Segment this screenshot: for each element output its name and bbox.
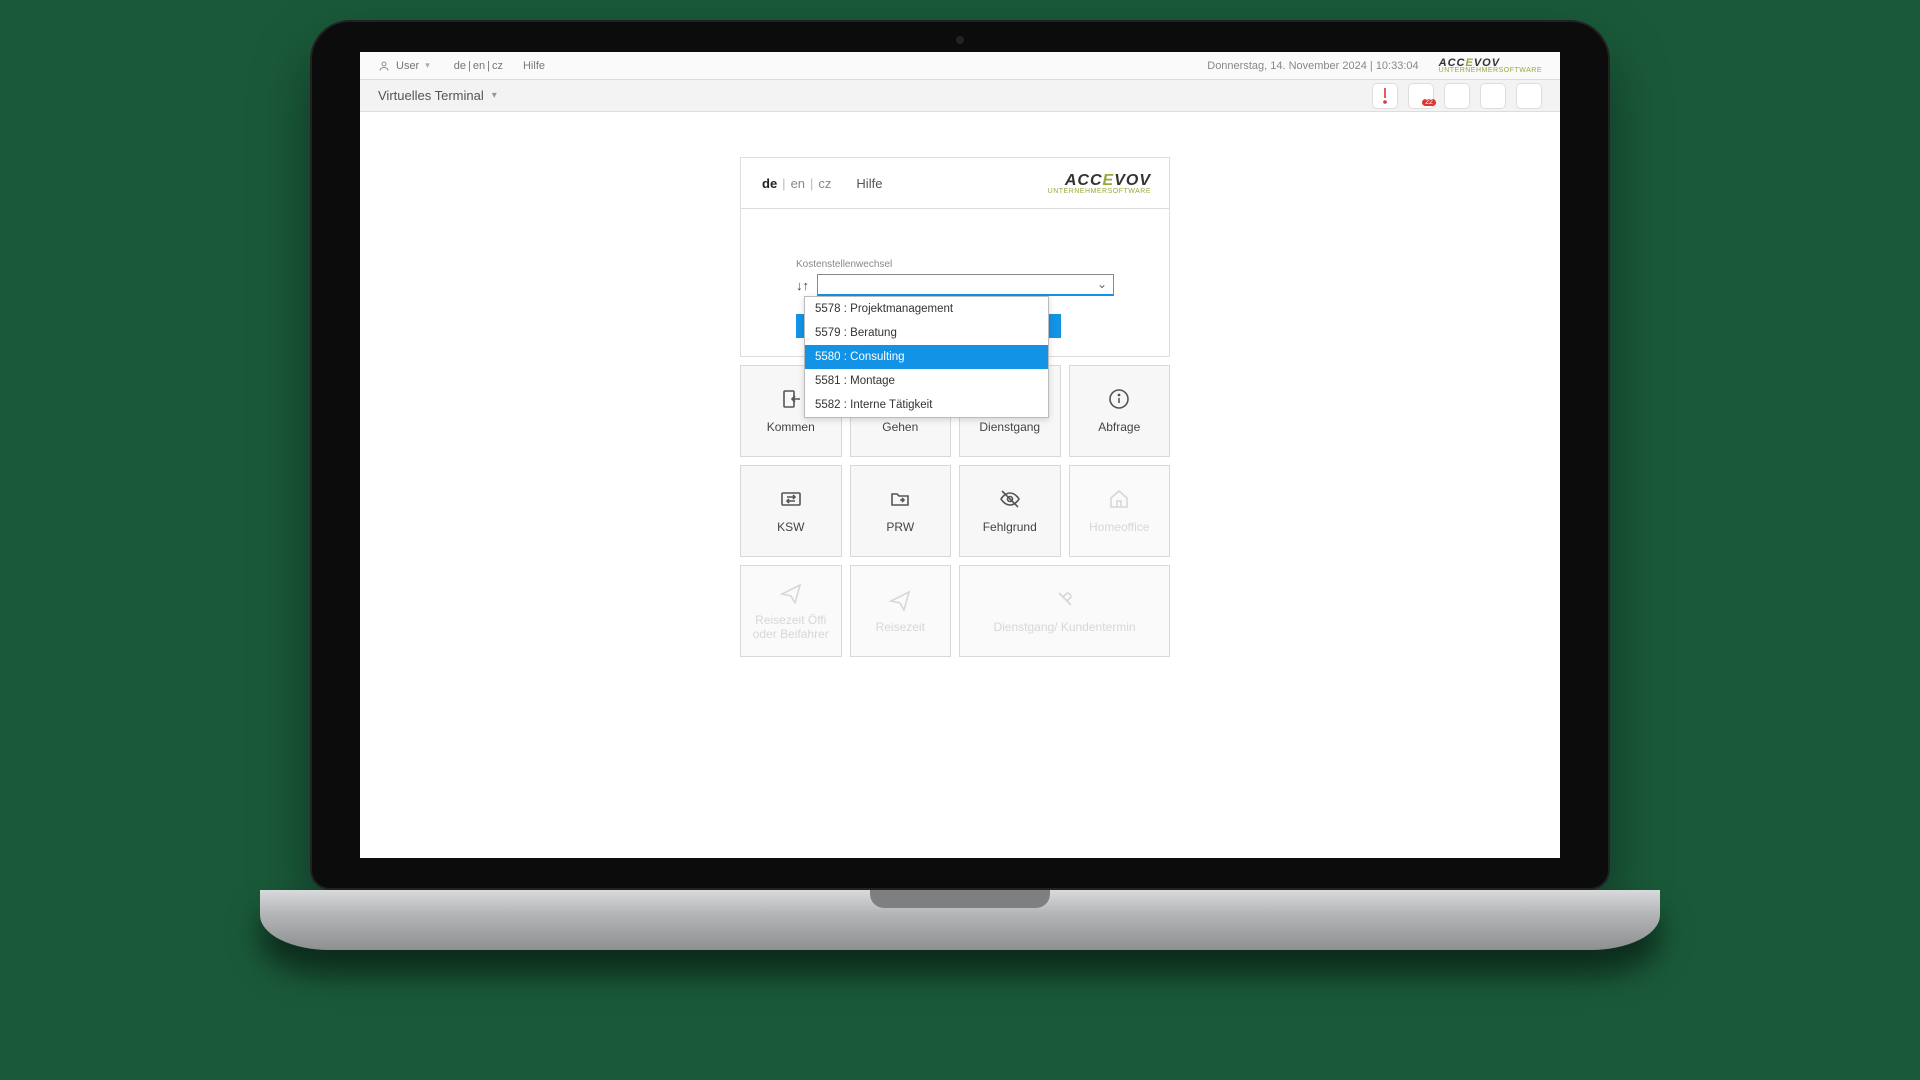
info-icon bbox=[1107, 387, 1131, 411]
tile-label: KSW bbox=[773, 521, 808, 535]
swap-icon bbox=[779, 487, 803, 511]
tile-reisezeit: Reisezeit bbox=[850, 565, 952, 657]
sort-icon[interactable]: ↓↑ bbox=[796, 278, 809, 293]
tile-ksw[interactable]: KSW bbox=[740, 465, 842, 557]
tile-prw[interactable]: PRW bbox=[850, 465, 952, 557]
tile-label: Gehen bbox=[878, 421, 922, 435]
tile-label: Dienstgang bbox=[975, 421, 1044, 435]
cost-center-label: Kostenstellenwechsel bbox=[796, 259, 1114, 270]
tile-dienstgang-kundentermin: Dienstgang/ Kundentermin bbox=[959, 565, 1170, 657]
panel-header: de|en|cz Hilfe ACCEVOV UNTERNEHMERSOFTWA… bbox=[740, 157, 1170, 209]
login-icon bbox=[779, 387, 803, 411]
plane-icon bbox=[888, 587, 912, 611]
chevron-down-icon: ⌄ bbox=[1097, 277, 1107, 291]
tile-label: Dienstgang/ Kundentermin bbox=[989, 621, 1139, 635]
globe-icon-button[interactable] bbox=[1444, 83, 1470, 109]
mail-icon-button[interactable]: 22 bbox=[1408, 83, 1434, 109]
cost-center-option[interactable]: 5582 : Interne Tätigkeit bbox=[805, 393, 1048, 417]
home-icon bbox=[1107, 487, 1131, 511]
webcam-dot bbox=[956, 36, 964, 44]
tile-label: Reisezeit Öffi oder Beifahrer bbox=[741, 614, 841, 642]
brand-logo-panel: ACCEVOV UNTERNEHMERSOFTWARE bbox=[1048, 172, 1151, 195]
chevron-down-icon: ▾ bbox=[425, 60, 430, 71]
tile-label: Abfrage bbox=[1094, 421, 1144, 435]
app-secondbar: Virtuelles Terminal ▾ 22 bbox=[360, 80, 1560, 112]
timer-stop-icon-button[interactable] bbox=[1516, 83, 1542, 109]
help-link[interactable]: Hilfe bbox=[856, 176, 882, 191]
tile-reisezeit-ffi-oder-beifahrer: Reisezeit Öffi oder Beifahrer bbox=[740, 565, 842, 657]
tile-label: Homeoffice bbox=[1085, 521, 1153, 535]
language-switch-mini[interactable]: de|en|cz bbox=[452, 60, 505, 72]
tile-abfrage[interactable]: Abfrage bbox=[1069, 365, 1171, 457]
mail-badge: 22 bbox=[1422, 99, 1436, 106]
datetime-label: Donnerstag, 14. November 2024 | 10:33:04 bbox=[1207, 60, 1418, 72]
tile-label: Kommen bbox=[763, 421, 819, 435]
cost-center-option[interactable]: 5581 : Montage bbox=[805, 369, 1048, 393]
help-link-top[interactable]: Hilfe bbox=[523, 60, 545, 72]
timer-start-icon-button[interactable] bbox=[1480, 83, 1506, 109]
cost-center-option[interactable]: 5580 : Consulting bbox=[805, 345, 1048, 369]
user-menu[interactable]: User ▾ bbox=[378, 60, 430, 72]
page-title-dropdown[interactable]: Virtuelles Terminal ▾ bbox=[378, 88, 497, 103]
chevron-down-icon: ▾ bbox=[492, 90, 497, 101]
brand-logo-top: ACCEVOV UNTERNEHMERSOFTWARE bbox=[1439, 57, 1542, 74]
plane-icon bbox=[779, 580, 803, 604]
tile-label: Fehlgrund bbox=[979, 521, 1041, 535]
tile-fehlgrund[interactable]: Fehlgrund bbox=[959, 465, 1061, 557]
tile-homeoffice: Homeoffice bbox=[1069, 465, 1171, 557]
cost-center-option[interactable]: 5578 : Projektmanagement bbox=[805, 297, 1048, 321]
tile-label: PRW bbox=[882, 521, 918, 535]
user-label: User bbox=[396, 60, 419, 72]
cost-center-dropdown: 5578 : Projektmanagement5579 : Beratung5… bbox=[804, 296, 1049, 418]
tile-label: Reisezeit bbox=[872, 621, 929, 635]
language-switch[interactable]: de|en|cz bbox=[759, 176, 834, 191]
cost-center-combo[interactable]: ⌄ bbox=[817, 274, 1114, 296]
laptop-base bbox=[260, 890, 1660, 950]
tools-icon bbox=[1053, 587, 1077, 611]
noeye-icon bbox=[998, 487, 1022, 511]
app-topbar: User ▾ de|en|cz Hilfe Donnerstag, 14. No… bbox=[360, 52, 1560, 80]
folder-icon bbox=[888, 487, 912, 511]
alert-icon-button[interactable] bbox=[1372, 83, 1398, 109]
cost-center-option[interactable]: 5579 : Beratung bbox=[805, 321, 1048, 345]
virtual-terminal-panel: de|en|cz Hilfe ACCEVOV UNTERNEHMERSOFTWA… bbox=[740, 157, 1170, 657]
page-title: Virtuelles Terminal bbox=[378, 88, 484, 103]
